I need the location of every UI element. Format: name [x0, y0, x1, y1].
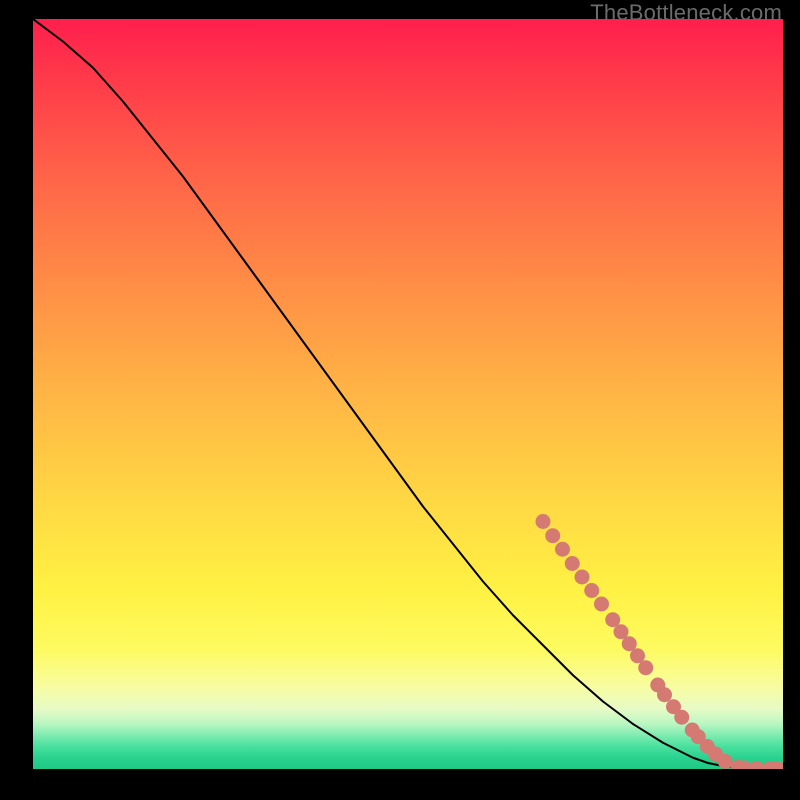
watermark-label: TheBottleneck.com	[590, 0, 782, 26]
curve-dot	[584, 583, 599, 598]
chart-frame	[33, 19, 783, 769]
curve-dot	[545, 528, 560, 543]
curve-dot	[565, 556, 580, 571]
curve-dash-dots	[536, 514, 784, 769]
curve-dot	[536, 514, 551, 529]
curve-dot	[594, 597, 609, 612]
curve-dot	[718, 754, 733, 769]
bottleneck-curve	[33, 19, 783, 769]
curve-dot	[657, 687, 672, 702]
chart-overlay	[33, 19, 783, 769]
curve-dot	[575, 570, 590, 585]
curve-dot	[555, 542, 570, 557]
curve-dot	[674, 710, 689, 725]
curve-dot	[749, 761, 764, 769]
curve-dot	[638, 660, 653, 675]
